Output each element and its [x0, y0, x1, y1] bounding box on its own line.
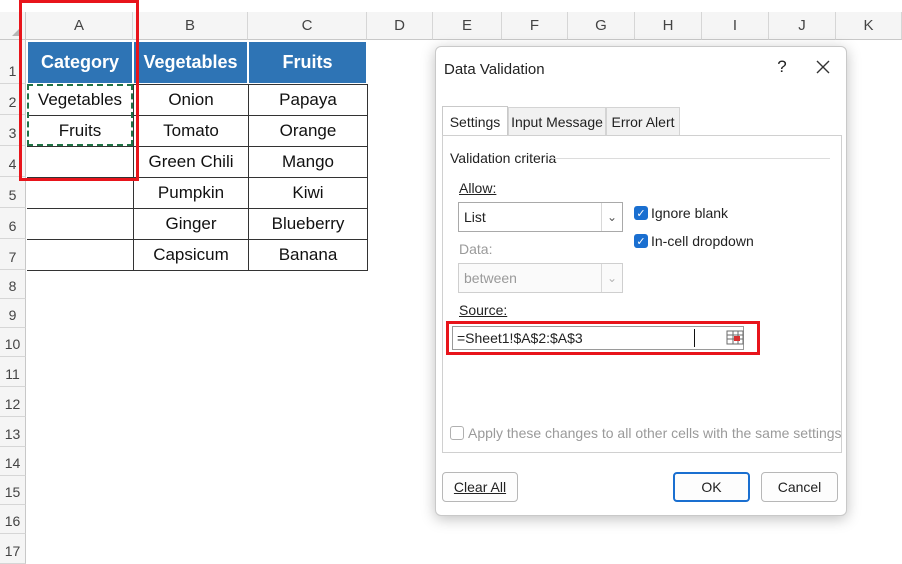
checkmark-icon: ✓	[636, 207, 646, 220]
vegetable-cell[interactable]: Ginger	[133, 208, 249, 240]
ignore-blank-checkbox[interactable]: ✓	[634, 206, 648, 220]
category-cell[interactable]	[27, 239, 133, 271]
vegetable-cell[interactable]: Pumpkin	[133, 177, 249, 209]
cancel-button[interactable]: Cancel	[761, 472, 838, 502]
dialog-title: Data Validation	[444, 61, 545, 78]
column-header[interactable]: D	[367, 12, 433, 40]
tab-input-message[interactable]: Input Message	[508, 107, 606, 135]
allow-select[interactable]: List ⌄	[458, 202, 623, 232]
data-label: Data:	[459, 241, 493, 257]
table-header-cell[interactable]: Category	[27, 41, 133, 84]
chevron-down-icon: ⌄	[601, 203, 622, 231]
table-header-cell[interactable]: Vegetables	[133, 41, 248, 84]
source-input[interactable]: =Sheet1!$A$2:$A$3	[452, 326, 744, 350]
section-divider	[552, 158, 830, 159]
fruit-cell[interactable]: Mango	[248, 146, 368, 178]
row-header[interactable]: 14	[0, 447, 26, 476]
vegetable-cell[interactable]: Green Chili	[133, 146, 249, 178]
category-cell[interactable]	[27, 208, 133, 240]
apply-all-checkbox[interactable]	[450, 426, 464, 440]
data-value: between	[464, 270, 517, 286]
tab-error-alert[interactable]: Error Alert	[606, 107, 680, 135]
fruit-cell[interactable]: Blueberry	[248, 208, 368, 240]
allow-value: List	[464, 209, 486, 225]
row-header[interactable]: 11	[0, 357, 26, 387]
row-header[interactable]: 10	[0, 328, 26, 357]
cancel-label: Cancel	[777, 479, 822, 495]
row-header[interactable]: 6	[0, 208, 26, 239]
column-header[interactable]: K	[836, 12, 902, 40]
vegetable-cell[interactable]: Onion	[133, 84, 249, 116]
category-cell[interactable]	[27, 146, 133, 178]
allow-label: Allow:	[459, 180, 497, 196]
column-header[interactable]: G	[568, 12, 635, 40]
vegetable-cell[interactable]: Capsicum	[133, 239, 249, 271]
column-header[interactable]: J	[769, 12, 836, 40]
incell-dropdown-checkbox[interactable]: ✓	[634, 234, 648, 248]
data-select[interactable]: between ⌄	[458, 263, 623, 293]
fruit-cell[interactable]: Papaya	[248, 84, 368, 116]
source-value: =Sheet1!$A$2:$A$3	[457, 330, 583, 346]
select-all-corner[interactable]	[0, 12, 26, 40]
column-header[interactable]: A	[26, 12, 133, 40]
text-caret	[694, 329, 695, 347]
checkmark-icon: ✓	[636, 235, 646, 248]
row-header[interactable]: 2	[0, 84, 26, 115]
row-header[interactable]: 1	[0, 40, 26, 84]
column-header[interactable]: C	[248, 12, 367, 40]
row-header[interactable]: 12	[0, 387, 26, 417]
settings-panel	[442, 135, 842, 453]
fruit-cell[interactable]: Orange	[248, 115, 368, 147]
close-button[interactable]	[810, 55, 836, 79]
row-header[interactable]: 15	[0, 476, 26, 505]
apply-all-label[interactable]: Apply these changes to all other cells w…	[468, 425, 842, 441]
range-selector-button[interactable]	[726, 329, 744, 347]
clear-all-label: Clear All	[453, 479, 507, 495]
row-header[interactable]: 13	[0, 417, 26, 447]
column-header[interactable]: B	[133, 12, 248, 40]
fruit-cell[interactable]: Banana	[248, 239, 368, 271]
column-header[interactable]: I	[702, 12, 769, 40]
table-header-cell[interactable]: Fruits	[248, 41, 367, 84]
clear-all-button[interactable]: Clear All	[442, 472, 518, 502]
row-header[interactable]: 4	[0, 146, 26, 177]
ok-button[interactable]: OK	[673, 472, 750, 502]
row-header[interactable]: 7	[0, 239, 26, 270]
column-header[interactable]: H	[635, 12, 702, 40]
row-header[interactable]: 17	[0, 534, 26, 564]
incell-dropdown-label[interactable]: In-cell dropdown	[651, 233, 754, 249]
column-header[interactable]: E	[433, 12, 502, 40]
source-label: Source:	[459, 302, 508, 318]
category-cell[interactable]	[27, 177, 133, 209]
vegetable-cell[interactable]: Tomato	[133, 115, 249, 147]
category-cell[interactable]: Fruits	[27, 115, 133, 147]
row-header[interactable]: 8	[0, 270, 26, 299]
column-header[interactable]: F	[502, 12, 568, 40]
fruit-cell[interactable]: Kiwi	[248, 177, 368, 209]
chevron-down-icon: ⌄	[601, 264, 622, 292]
row-header[interactable]: 9	[0, 299, 26, 328]
validation-criteria-title: Validation criteria	[450, 150, 557, 166]
close-icon	[816, 60, 830, 74]
ok-label: OK	[701, 479, 722, 495]
row-header[interactable]: 5	[0, 177, 26, 208]
range-select-icon	[726, 330, 744, 345]
row-header[interactable]: 3	[0, 115, 26, 146]
ignore-blank-label[interactable]: Ignore blank	[651, 205, 728, 221]
tab-settings[interactable]: Settings	[442, 106, 508, 136]
row-header[interactable]: 16	[0, 505, 26, 534]
category-cell[interactable]: Vegetables	[27, 84, 133, 116]
help-button[interactable]: ?	[770, 55, 794, 79]
